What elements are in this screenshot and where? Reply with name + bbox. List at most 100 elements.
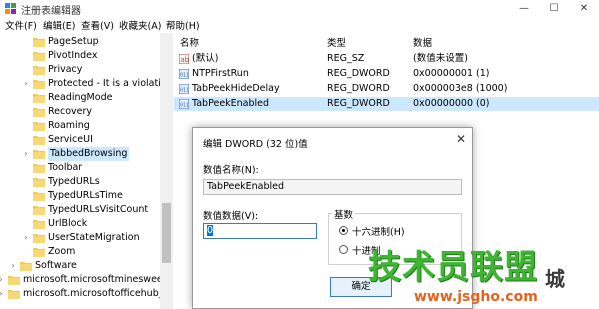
menu-edit[interactable]: 编辑(E) bbox=[43, 18, 75, 32]
expand-chevron-icon[interactable]: › bbox=[21, 77, 31, 91]
folder-icon bbox=[33, 192, 45, 201]
tree-item-label: Recovery bbox=[48, 106, 93, 117]
folder-icon bbox=[33, 178, 45, 187]
tree-item[interactable]: PivotIndex bbox=[21, 49, 172, 63]
watermark-city-text: 城 bbox=[545, 267, 565, 291]
value-data-cell: 0x00000000 (0) bbox=[413, 98, 490, 109]
folder-icon bbox=[33, 38, 45, 47]
value-name-cell: TabPeekHideDelay bbox=[192, 83, 280, 94]
tree-item-label: TypedURLsTime bbox=[48, 190, 123, 201]
folder-icon bbox=[33, 122, 45, 131]
window-title: 注册表编辑器 bbox=[21, 6, 81, 17]
tree-item-label: TypedURLs bbox=[48, 176, 100, 187]
tree-item[interactable]: UrlBlock bbox=[21, 217, 172, 231]
tree-item[interactable]: › microsoft.microsoftofficehub_8 bbox=[0, 287, 172, 301]
tree-item[interactable]: ReadingMode bbox=[21, 91, 172, 105]
folder-icon bbox=[8, 290, 20, 299]
dword-value-icon: 011 bbox=[179, 99, 189, 109]
svg-text:011: 011 bbox=[180, 88, 189, 94]
value-row[interactable]: 011 TabPeekEnabled REG_DWORD 0x00000000 (0) bbox=[174, 97, 599, 111]
tree-item[interactable]: TypedURLs bbox=[21, 175, 172, 189]
column-name-header[interactable]: 名称 bbox=[180, 35, 199, 49]
value-name-cell: (默认) bbox=[192, 53, 219, 64]
folder-icon bbox=[33, 108, 45, 117]
maximize-button[interactable]: ☐ bbox=[539, 0, 569, 17]
tree-item[interactable]: Toolbar bbox=[21, 161, 172, 175]
tree-item-label: microsoft.microsoftminesweep bbox=[23, 274, 169, 285]
tree-item[interactable]: › microsoft.microsoftminesweep bbox=[0, 273, 172, 287]
watermark-logo-text: 技术员联盟 bbox=[368, 247, 538, 286]
tree-item-label: Privacy bbox=[48, 64, 83, 75]
folder-icon bbox=[33, 206, 45, 215]
folder-icon bbox=[33, 234, 45, 243]
dialog-close-icon[interactable]: ✕ bbox=[456, 132, 466, 146]
tree-scrollbar-thumb[interactable] bbox=[162, 203, 171, 263]
folder-icon bbox=[33, 136, 45, 145]
tree-item-label: ServiceUI bbox=[48, 134, 93, 145]
expand-chevron-icon[interactable]: › bbox=[0, 273, 6, 287]
tree-item-label: UrlBlock bbox=[48, 218, 88, 229]
tree-item[interactable]: › UserStateMigration bbox=[21, 231, 172, 245]
hex-radio-label: 十六进制(H) bbox=[352, 227, 405, 238]
hex-radio[interactable] bbox=[339, 226, 348, 235]
value-row[interactable]: 011 TabPeekHideDelay REG_DWORD 0x000003e8 (… bbox=[174, 82, 599, 96]
svg-text:011: 011 bbox=[180, 73, 189, 79]
value-name-cell: NTPFirstRun bbox=[192, 68, 249, 79]
minimize-icon: — bbox=[519, 3, 529, 14]
minimize-button[interactable]: — bbox=[509, 0, 539, 17]
regedit-app-icon bbox=[5, 3, 16, 14]
expand-chevron-icon[interactable]: › bbox=[0, 287, 6, 301]
tree-item-label: PageSetup bbox=[48, 36, 99, 47]
tree-item[interactable]: ServiceUI bbox=[21, 133, 172, 147]
folder-icon bbox=[33, 248, 45, 257]
value-type-cell: REG_SZ bbox=[327, 53, 365, 64]
tree-item[interactable]: › Software bbox=[8, 259, 172, 273]
menu-favorites[interactable]: 收藏夹(A) bbox=[119, 18, 161, 32]
tree-item[interactable]: TypedURLsVisitCount bbox=[21, 203, 172, 217]
close-button[interactable]: ✕ bbox=[569, 0, 599, 17]
decimal-radio[interactable] bbox=[339, 245, 348, 254]
watermark-url: www.jsgho.com bbox=[414, 289, 538, 305]
dword-value-icon: 011 bbox=[179, 84, 189, 94]
folder-icon bbox=[33, 66, 45, 75]
tree-item[interactable]: Roaming bbox=[21, 119, 172, 133]
tree-item[interactable]: › TabbedBrowsing bbox=[21, 147, 172, 161]
value-data-text: 0 bbox=[207, 225, 214, 236]
value-type-cell: REG_DWORD bbox=[327, 83, 390, 94]
tree-item-label: Protected - It is a violatio bbox=[48, 78, 167, 89]
svg-text:011: 011 bbox=[180, 103, 189, 109]
maximize-icon: ☐ bbox=[549, 3, 559, 14]
tree-item[interactable]: Privacy bbox=[21, 63, 172, 77]
tree-item-label: UserStateMigration bbox=[48, 232, 140, 243]
value-name-label: 数值名称(N): bbox=[203, 165, 259, 176]
tree-scrollbar[interactable] bbox=[160, 33, 173, 309]
value-data-input[interactable]: 0 bbox=[203, 223, 317, 239]
folder-icon bbox=[33, 94, 45, 103]
column-data-header[interactable]: 数据 bbox=[413, 35, 432, 49]
tree-item[interactable]: › Protected - It is a violatio bbox=[21, 77, 172, 91]
folder-icon bbox=[33, 164, 45, 173]
registry-key-tree[interactable]: PageSetup PivotIndex Privacy › Protected - I… bbox=[0, 33, 173, 309]
tree-item[interactable]: PageSetup bbox=[21, 35, 172, 49]
dialog-title: 编辑 DWORD (32 位)值 bbox=[203, 139, 308, 150]
expand-chevron-icon[interactable]: › bbox=[21, 147, 31, 161]
value-data-cell: 0x00000001 (1) bbox=[413, 68, 490, 79]
tree-item[interactable]: Recovery bbox=[21, 105, 172, 119]
menu-file[interactable]: 文件(F) bbox=[5, 18, 37, 32]
tree-item[interactable]: Zoom bbox=[21, 245, 172, 259]
expand-chevron-icon[interactable]: › bbox=[21, 231, 31, 245]
value-data-label: 数值数据(V): bbox=[203, 211, 259, 222]
folder-icon bbox=[33, 52, 45, 61]
value-row[interactable]: 011 NTPFirstRun REG_DWORD 0x00000001 (1) bbox=[174, 67, 599, 81]
tree-item[interactable]: TypedURLsTime bbox=[21, 189, 172, 203]
expand-chevron-icon[interactable]: › bbox=[8, 259, 18, 273]
tree-item-label: Zoom bbox=[48, 246, 76, 257]
tree-item-label: Toolbar bbox=[48, 162, 83, 173]
menu-help[interactable]: 帮助(H) bbox=[166, 18, 200, 32]
value-row[interactable]: ab (默认) REG_SZ (数值未设置) bbox=[174, 52, 599, 66]
value-name-field: TabPeekEnabled bbox=[203, 179, 462, 195]
menu-view[interactable]: 查看(V) bbox=[81, 18, 114, 32]
dword-value-icon: 011 bbox=[179, 69, 189, 79]
column-type-header[interactable]: 类型 bbox=[327, 35, 346, 49]
base-label: 基数 bbox=[332, 207, 356, 221]
